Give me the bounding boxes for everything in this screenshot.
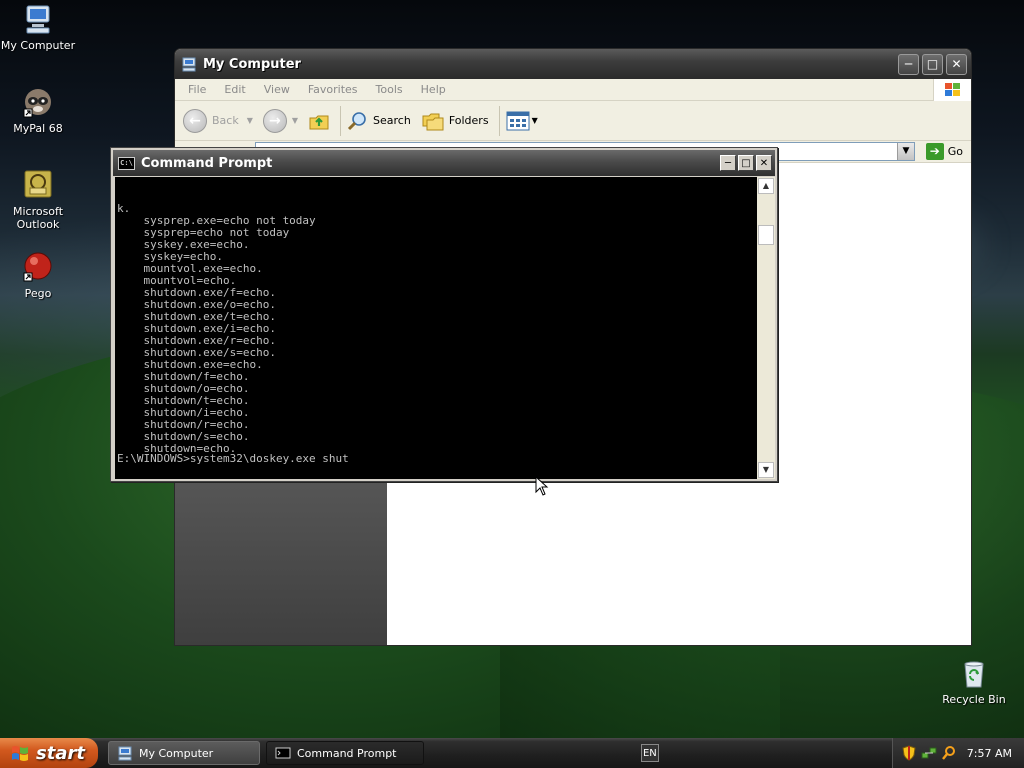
scroll-thumb[interactable]: [758, 225, 774, 245]
folders-icon: [422, 113, 444, 130]
console-lines: k. sysprep.exe=echo not today sysprep=ec…: [117, 203, 757, 455]
cmd-maximize-button[interactable]: □: [738, 155, 754, 171]
desktop-icon-label: Microsoft Outlook: [12, 205, 64, 231]
maximize-button[interactable]: □: [922, 53, 943, 75]
taskbar: start My Computer Command Prompt EN 7:57…: [0, 738, 1024, 768]
explorer-toolbar: ← Back ▼ → ▼ Search Folders ▼: [175, 101, 971, 141]
menu-file[interactable]: File: [179, 83, 215, 96]
arrow-up-icon: ▲: [762, 181, 770, 190]
desktop-icon-recycle-bin[interactable]: Recycle Bin: [936, 656, 1012, 706]
console-output[interactable]: k. sysprep.exe=echo not today sysprep=ec…: [115, 177, 757, 479]
search-button[interactable]: Search: [347, 110, 411, 132]
cmd-title: Command Prompt: [141, 155, 273, 171]
desktop-icon-label: Pego: [24, 287, 52, 300]
explorer-menubar: File Edit View Favorites Tools Help: [175, 78, 971, 101]
folders-button[interactable]: Folders: [421, 110, 489, 132]
views-icon: [506, 111, 530, 130]
toolbar-separator: [340, 105, 342, 136]
menu-favorites[interactable]: Favorites: [299, 83, 367, 96]
close-icon: ✕: [951, 57, 962, 71]
close-button[interactable]: ✕: [946, 53, 967, 75]
recycle-bin-icon: [957, 656, 991, 690]
maximize-icon: □: [926, 57, 939, 71]
desktop-icon-label: MyPal 68: [13, 122, 63, 135]
my-computer-icon: [118, 746, 132, 761]
go-label: Go: [947, 145, 963, 158]
taskbar-item-command-prompt[interactable]: Command Prompt: [266, 741, 424, 765]
go-arrow-icon: ➔: [925, 143, 944, 160]
chevron-down-icon: ▼: [902, 146, 910, 156]
explorer-titlebar[interactable]: My Computer ─ □ ✕: [175, 49, 971, 79]
back-label: Back: [212, 114, 239, 127]
start-button[interactable]: start: [0, 738, 98, 768]
up-folder-icon: [309, 115, 329, 129]
folders-label: Folders: [448, 114, 489, 127]
cmd-icon: C:\: [118, 156, 135, 170]
desktop-icon-mypal[interactable]: MyPal 68: [0, 85, 76, 135]
go-button[interactable]: ➔ Go: [925, 143, 963, 160]
my-computer-icon: [21, 2, 55, 36]
minimize-icon: ─: [724, 157, 732, 169]
my-computer-icon: [182, 57, 196, 72]
menu-help[interactable]: Help: [412, 83, 455, 96]
command-prompt-window[interactable]: C:\ Command Prompt ─ □ ✕ k. sysprep.exe=…: [110, 147, 778, 482]
search-icon: [347, 111, 366, 130]
cmd-close-button[interactable]: ✕: [756, 155, 772, 171]
menu-view[interactable]: View: [255, 83, 299, 96]
desktop-icon-label: My Computer: [0, 39, 76, 52]
chevron-down-icon: ▼: [531, 116, 538, 125]
scroll-up-button[interactable]: ▲: [758, 178, 774, 194]
mouse-pointer-icon: [535, 476, 549, 496]
mypal-raccoon-icon: [21, 85, 55, 119]
desktop-icon-label: Recycle Bin: [942, 693, 1006, 706]
console-prompt-line[interactable]: E:\WINDOWS>system32\doskey.exe shut: [117, 453, 349, 465]
cmd-vertical-scrollbar[interactable]: ▲ ▼: [757, 177, 775, 479]
clock[interactable]: 7:57 AM: [967, 747, 1012, 760]
minimize-icon: ─: [904, 57, 913, 71]
security-shield-icon[interactable]: [901, 745, 917, 761]
network-icon[interactable]: [921, 745, 937, 761]
minimize-button[interactable]: ─: [898, 53, 919, 75]
views-button[interactable]: ▼: [506, 111, 538, 131]
close-icon: ✕: [759, 157, 769, 169]
windows-logo-icon: [933, 78, 971, 101]
forward-arrow-icon: →: [262, 108, 287, 133]
start-label: start: [36, 742, 85, 764]
cmd-titlebar[interactable]: C:\ Command Prompt ─ □ ✕: [113, 150, 775, 176]
desktop-icon-my-computer[interactable]: My Computer: [0, 2, 76, 52]
menu-tools[interactable]: Tools: [367, 83, 412, 96]
desktop-icon-pego[interactable]: Pego: [0, 250, 76, 300]
desktop-icon-outlook[interactable]: Microsoft Outlook: [0, 168, 76, 231]
back-button[interactable]: ← Back ▼: [183, 108, 253, 133]
language-indicator[interactable]: EN: [640, 744, 659, 762]
maximize-icon: □: [741, 157, 751, 169]
cmd-icon: [275, 747, 291, 759]
taskbar-item-label: Command Prompt: [297, 746, 397, 760]
arrow-down-icon: ▼: [762, 465, 770, 474]
forward-button[interactable]: → ▼: [262, 108, 299, 133]
cmd-minimize-button[interactable]: ─: [720, 155, 736, 171]
search-label: Search: [373, 114, 411, 127]
toolbar-separator: [498, 105, 500, 136]
outlook-icon: [21, 168, 55, 202]
chevron-down-icon: ▼: [246, 116, 253, 125]
back-arrow-icon: ←: [183, 108, 207, 133]
taskbar-item-label: My Computer: [139, 746, 214, 760]
taskbar-item-my-computer[interactable]: My Computer: [108, 741, 260, 765]
system-tray: 7:57 AM: [891, 738, 1024, 768]
explorer-title: My Computer: [203, 56, 301, 72]
pego-ball-icon: [21, 250, 55, 284]
menu-edit[interactable]: Edit: [215, 83, 254, 96]
address-dropdown-button[interactable]: ▼: [897, 143, 914, 160]
windows-flag-icon: [12, 746, 28, 761]
chevron-down-icon: ▼: [291, 116, 299, 125]
scroll-down-button[interactable]: ▼: [758, 462, 774, 478]
search-tray-icon[interactable]: [941, 745, 957, 761]
up-folder-button[interactable]: [308, 110, 330, 132]
